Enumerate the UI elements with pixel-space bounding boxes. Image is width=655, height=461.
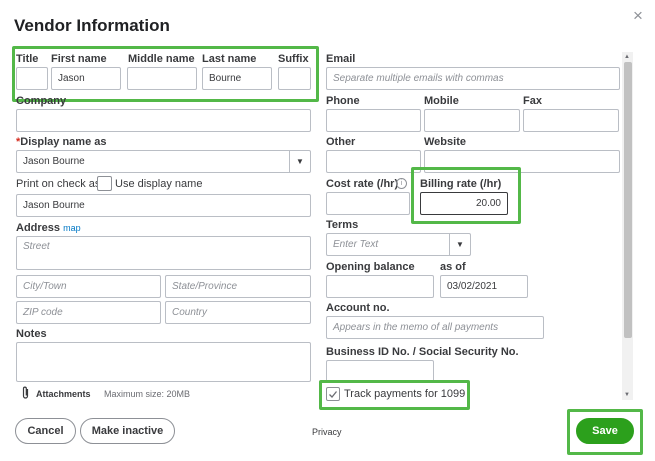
use-display-name-checkbox[interactable] [97,176,112,191]
print-on-check-label: Print on check as [16,178,101,190]
last-name-input[interactable]: Bourne [202,67,272,90]
mobile-input[interactable] [424,109,520,132]
scrollbar-thumb[interactable] [624,62,632,338]
fax-input[interactable] [523,109,619,132]
billing-rate-input[interactable]: 20.00 [420,192,508,215]
billing-rate-label: Billing rate (/hr) [420,178,502,190]
attachments-label[interactable]: Attachments [36,389,91,399]
save-button[interactable]: Save [576,418,634,444]
notes-label: Notes [16,328,47,340]
company-label: Company [16,95,67,107]
suffix-input[interactable] [278,67,311,90]
fax-label: Fax [523,95,542,107]
scroll-down-icon[interactable]: ▼ [624,392,630,398]
display-name-label: *Display name as [16,136,107,148]
use-display-name-label: Use display name [115,178,203,190]
cancel-button[interactable]: Cancel [15,418,76,444]
address-label: Address map [16,222,81,234]
info-icon[interactable]: i [396,178,407,189]
website-input[interactable] [424,150,620,173]
title-label: Title [16,53,39,65]
display-name-label-text: Display name as [20,136,107,148]
website-label: Website [424,136,466,148]
other-label: Other [326,136,356,148]
first-name-input[interactable]: Jason [51,67,121,90]
close-icon[interactable]: × [633,7,643,24]
display-name-select[interactable]: Jason Bourne ▼ [16,150,311,173]
first-name-label: First name [51,53,107,65]
track-1099-label: Track payments for 1099 [344,388,466,400]
dialog-title: Vendor Information [14,16,170,35]
track-1099-checkbox[interactable] [326,387,340,401]
terms-placeholder: Enter Text [333,239,379,250]
account-no-label: Account no. [326,302,390,314]
middle-name-label: Middle name [128,53,195,65]
notes-textarea[interactable] [16,342,311,382]
attachments-max-size: Maximum size: 20MB [104,389,191,399]
as-of-label: as of [440,261,466,273]
print-on-check-input[interactable]: Jason Bourne [16,194,311,217]
scroll-up-icon[interactable]: ▲ [624,54,630,60]
state-input[interactable]: State/Province [165,275,311,298]
phone-label: Phone [326,95,360,107]
terms-select[interactable]: Enter Text ▼ [326,233,471,256]
country-input[interactable]: Country [165,301,311,324]
map-link[interactable]: map [63,223,81,233]
company-input[interactable] [16,109,311,132]
street-input[interactable]: Street [16,236,311,270]
phone-input[interactable] [326,109,421,132]
paperclip-icon [22,386,29,399]
terms-chevron-down-icon[interactable]: ▼ [449,234,470,255]
opening-balance-label: Opening balance [326,261,415,273]
suffix-label: Suffix [278,53,309,65]
cost-rate-label: Cost rate (/hr) [326,178,399,190]
business-id-input[interactable] [326,360,434,383]
chevron-down-icon[interactable]: ▼ [289,151,310,172]
zip-input[interactable]: ZIP code [16,301,161,324]
display-name-value: Jason Bourne [23,156,85,167]
middle-name-input[interactable] [127,67,197,90]
mobile-label: Mobile [424,95,459,107]
other-input[interactable] [326,150,421,173]
address-label-text: Address [16,222,61,234]
email-label: Email [326,53,356,65]
terms-label: Terms [326,219,359,231]
city-input[interactable]: City/Town [16,275,161,298]
cost-rate-input[interactable] [326,192,410,215]
title-input[interactable] [16,67,48,90]
privacy-link[interactable]: Privacy [312,427,342,437]
last-name-label: Last name [202,53,257,65]
email-input[interactable]: Separate multiple emails with commas [326,67,620,90]
opening-balance-input[interactable] [326,275,434,298]
business-id-label: Business ID No. / Social Security No. [326,346,519,358]
as-of-date-input[interactable]: 03/02/2021 [440,275,528,298]
checkmark-icon [329,391,338,398]
make-inactive-button[interactable]: Make inactive [80,418,175,444]
account-no-input[interactable]: Appears in the memo of all payments [326,316,544,339]
